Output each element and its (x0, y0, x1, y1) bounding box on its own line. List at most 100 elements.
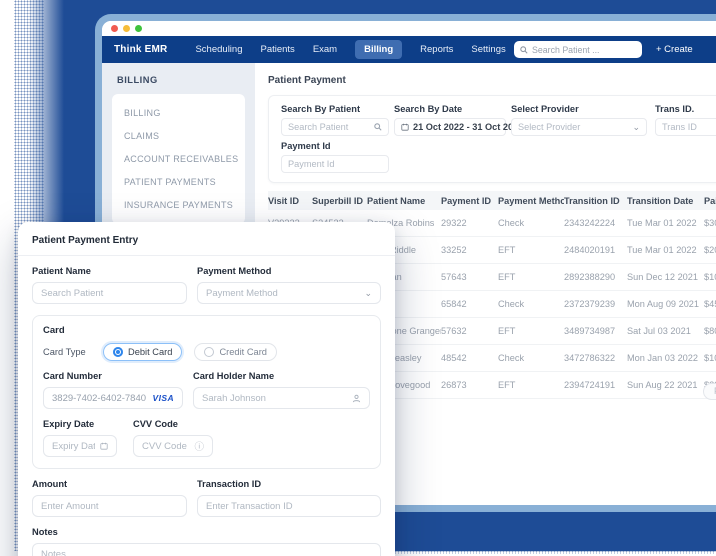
sidebar-item-insurance-payments[interactable]: INSURANCE PAYMENTS (124, 200, 233, 210)
date-range-picker[interactable]: 21 Oct 2022 - 31 Oct 2022 (394, 118, 523, 136)
patient-name-field: Patient Name (32, 266, 187, 304)
table-cell: $300 (704, 218, 716, 228)
filter-patient-input[interactable] (288, 122, 370, 132)
amount-input-box[interactable] (32, 495, 187, 517)
filter-payment-id: Payment Id (281, 141, 389, 173)
sidebar-item-patient-payments[interactable]: PATIENT PAYMENTS (124, 177, 233, 187)
amount-field: Amount (32, 479, 187, 517)
expiry-date-input[interactable] (52, 440, 95, 452)
nav-item-scheduling[interactable]: Scheduling (195, 44, 242, 55)
debit-card-label: Debit Card (128, 347, 173, 357)
patient-name-input-box[interactable] (32, 282, 187, 304)
card-number-field: Card Number VISA (43, 371, 183, 409)
nav-item-exam[interactable]: Exam (313, 44, 337, 55)
table-column-header: Superbill ID (312, 195, 364, 206)
expiry-date-input-box[interactable] (43, 435, 117, 457)
window-close-button[interactable] (111, 25, 118, 32)
filter-trans-id: Trans ID. (655, 104, 716, 136)
screenshot-stage: Think EMR Scheduling Patients Exam Billing R… (0, 0, 716, 556)
modal-row-name-method: Patient Name Payment Method Payment Meth… (32, 266, 381, 304)
table-cell: $450 (704, 299, 716, 309)
patient-name-input[interactable] (41, 287, 178, 299)
cvv-input[interactable] (142, 440, 190, 452)
sidebar-item-billing[interactable]: BILLING (124, 108, 233, 118)
radio-off-icon (204, 347, 215, 357)
field-label: Card Number (43, 371, 102, 381)
card-panel-title: Card (43, 325, 65, 336)
trans-id-input[interactable] (662, 122, 716, 132)
credit-card-radio[interactable]: Credit Card (194, 343, 277, 361)
table-cell: 2484020191 (564, 245, 616, 255)
table-cell: $800 (704, 326, 716, 336)
payment-method-select[interactable]: Payment Method ⌄ (197, 282, 381, 304)
filter-search-by-patient: Search By Patient (281, 104, 389, 136)
filter-label: Select Provider (511, 104, 579, 114)
filter-patient-input-box[interactable] (281, 118, 389, 136)
table-cell: 29322 (441, 218, 467, 228)
cvv-input-box[interactable]: ⓘ (133, 435, 213, 457)
nav-item-patients[interactable]: Patients (260, 44, 294, 55)
sidebar-item-claims[interactable]: CLAIMS (124, 131, 233, 141)
window-titlebar (102, 21, 716, 36)
sidebar-item-account-receivables[interactable]: ACCOUNT RECEIVABLES (124, 154, 238, 164)
table-cell: Mon Aug 09 2021 (627, 299, 700, 309)
payment-id-input-box[interactable] (281, 155, 389, 173)
transaction-id-input[interactable] (206, 500, 372, 512)
table-cell: 57643 (441, 272, 467, 282)
field-label: Notes (32, 527, 58, 537)
table-cell: $100 (704, 272, 716, 282)
table-cell: $100 (704, 353, 716, 363)
table-column-header: Transition Date (627, 195, 694, 206)
card-holder-input[interactable] (202, 392, 347, 404)
window-zoom-button[interactable] (135, 25, 142, 32)
table-cell: Tue Mar 01 2022 (627, 245, 697, 255)
table-cell: 33252 (441, 245, 467, 255)
transaction-id-input-box[interactable] (197, 495, 381, 517)
notes-input[interactable] (41, 548, 372, 556)
table-cell: EFT (498, 245, 516, 255)
nav-item-billing[interactable]: Billing (355, 40, 403, 59)
notes-field: Notes (32, 527, 381, 556)
notes-input-box[interactable] (32, 543, 381, 556)
filter-label: Search By Date (394, 104, 463, 114)
amount-transaction-row: Amount Transaction ID (32, 479, 381, 517)
field-label: Transaction ID (197, 479, 262, 489)
table-cell: 2372379239 (564, 299, 616, 309)
nav-item-settings[interactable]: Settings (471, 44, 505, 55)
transaction-id-field: Transaction ID (197, 479, 381, 517)
person-icon (352, 394, 361, 403)
card-holder-input-box[interactable] (193, 387, 370, 409)
filter-select-provider: Select Provider Select Provider ⌄ (511, 104, 647, 136)
calendar-icon (100, 442, 108, 450)
amount-input[interactable] (41, 500, 178, 512)
nav-item-reports[interactable]: Reports (420, 44, 453, 55)
window-minimize-button[interactable] (123, 25, 130, 32)
table-cell: Sun Dec 12 2021 (627, 272, 699, 282)
create-button[interactable]: + Create (656, 44, 716, 55)
table-cell: 2394724191 (564, 380, 616, 390)
patient-search-input[interactable] (532, 44, 636, 55)
expiry-cvv-row: Expiry Date CVV Code ⓘ (43, 419, 370, 457)
sidebar-billing-menu: BILLING CLAIMS ACCOUNT RECEIVABLES PATIENT … (112, 94, 245, 224)
card-number-row: Card Number VISA Card Holder Name (43, 371, 370, 409)
card-number-input[interactable] (52, 392, 148, 404)
table-cell: 2892388290 (564, 272, 616, 282)
table-column-header: Visit ID (268, 195, 299, 206)
payment-method-field: Payment Method Payment Method ⌄ (197, 266, 381, 304)
payment-id-input[interactable] (288, 159, 382, 169)
date-range-value: 21 Oct 2022 - 31 Oct 2022 (413, 122, 524, 132)
table-cell: 57632 (441, 326, 467, 336)
patient-payment-entry-modal: Patient Payment Entry Patient Name Payme… (18, 222, 395, 556)
pagination-previous-button[interactable]: Previous (703, 383, 716, 400)
expiry-date-field: Expiry Date (43, 419, 117, 457)
brand-logo: Think EMR (114, 44, 168, 55)
table-cell: Mon Jan 03 2022 (627, 353, 699, 363)
table-cell: 48542 (441, 353, 467, 363)
provider-select[interactable]: Select Provider ⌄ (511, 118, 647, 136)
table-column-header: Transition ID (564, 195, 620, 206)
trans-id-input-box[interactable] (655, 118, 716, 136)
patient-search-box[interactable] (514, 41, 642, 58)
table-column-header: Patient Name (367, 195, 426, 206)
card-number-input-box[interactable]: VISA (43, 387, 183, 409)
debit-card-radio[interactable]: Debit Card (103, 343, 183, 361)
